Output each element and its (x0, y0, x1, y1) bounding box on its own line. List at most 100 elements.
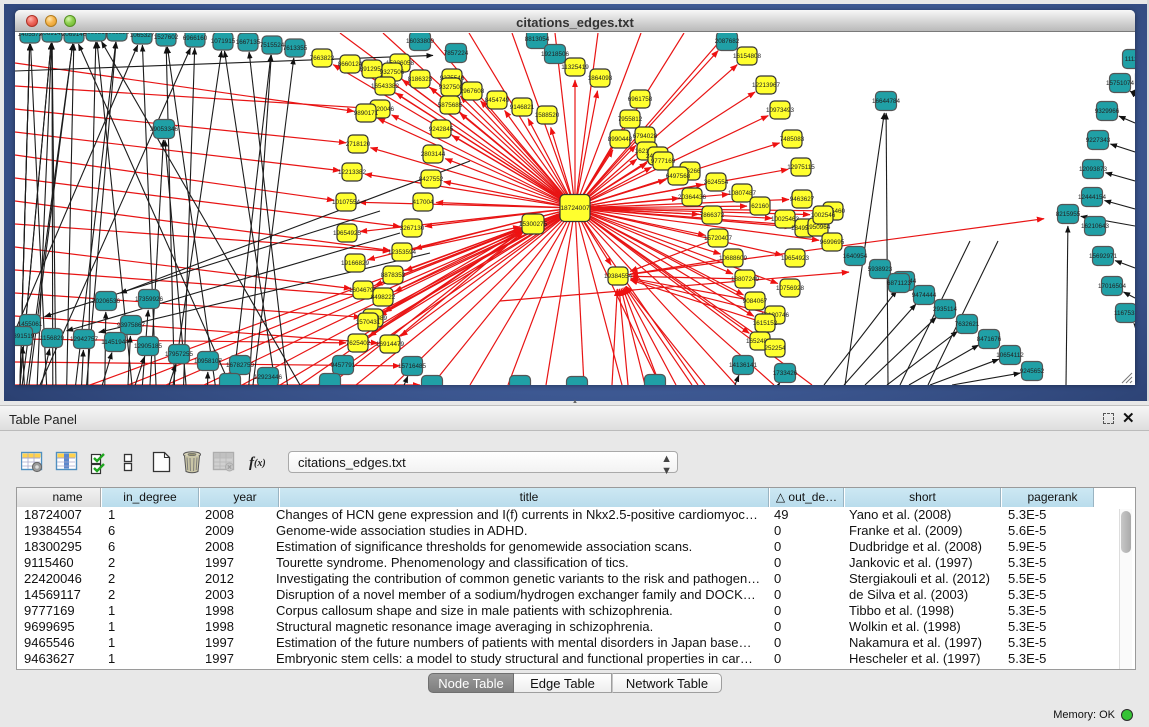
svg-text:9146821: 9146821 (510, 104, 535, 111)
svg-text:9227343: 9227343 (1086, 137, 1111, 144)
svg-text:7857224: 7857224 (444, 50, 469, 57)
svg-text:16644784: 16644784 (872, 98, 901, 105)
svg-text:19654923: 19654923 (781, 255, 810, 262)
svg-text:10807487: 10807487 (728, 190, 757, 197)
svg-text:15300275: 15300275 (519, 221, 548, 228)
svg-text:8990448: 8990448 (608, 136, 633, 143)
svg-text:12353594: 12353594 (388, 249, 417, 256)
svg-text:8427552: 8427552 (419, 176, 444, 183)
svg-text:1527602: 1527602 (154, 34, 179, 41)
svg-text:1167533: 1167533 (1114, 310, 1135, 317)
svg-text:1864093: 1864093 (588, 75, 613, 82)
svg-text:15751074: 15751074 (1106, 80, 1135, 87)
svg-text:6966160: 6966160 (183, 35, 208, 42)
svg-text:16210643: 16210643 (1081, 223, 1110, 230)
svg-text:12905185: 12905185 (134, 343, 163, 350)
svg-text:11124: 11124 (1125, 56, 1135, 63)
svg-text:15720407: 15720407 (704, 235, 733, 242)
svg-text:8186323: 8186323 (408, 76, 433, 83)
svg-text:9474444: 9474444 (912, 292, 937, 299)
svg-text:19384554: 19384554 (604, 273, 633, 280)
svg-text:6961758: 6961758 (628, 96, 653, 103)
svg-text:12213382: 12213382 (338, 169, 367, 176)
svg-text:7632621: 7632621 (955, 321, 980, 328)
svg-text:12975115: 12975115 (787, 164, 815, 171)
svg-text:8471676: 8471676 (977, 336, 1002, 343)
svg-text:(x): (x) (254, 458, 266, 469)
svg-text:17359926: 17359926 (135, 296, 164, 303)
svg-text:7955812: 7955812 (618, 116, 643, 123)
svg-text:10107554: 10107554 (332, 199, 361, 206)
svg-text:2087682: 2087682 (715, 38, 740, 45)
svg-text:17016504: 17016504 (1098, 283, 1127, 290)
svg-text:7515524: 7515524 (260, 42, 285, 49)
svg-text:2935114: 2935114 (933, 306, 958, 313)
svg-text:1065326: 1065326 (105, 33, 130, 36)
svg-text:6871123: 6871123 (887, 280, 912, 287)
svg-text:16543382: 16543382 (371, 83, 400, 90)
svg-text:93975867: 93975867 (117, 322, 146, 329)
svg-text:10688609: 10688609 (719, 255, 748, 262)
svg-text:16782759: 16782759 (226, 362, 255, 369)
svg-text:6497568: 6497568 (666, 173, 691, 180)
svg-text:8498222: 8498222 (371, 294, 396, 301)
svg-text:2718120: 2718120 (346, 141, 371, 148)
svg-text:9327506: 9327506 (380, 69, 405, 76)
svg-text:8454749: 8454749 (485, 97, 510, 104)
svg-text:1733426: 1733426 (773, 370, 798, 377)
svg-text:5938923: 5938923 (868, 266, 893, 273)
svg-text:18724007: 18724007 (560, 205, 590, 212)
svg-text:9777169: 9777169 (651, 158, 676, 165)
svg-text:19166829: 19166829 (341, 260, 370, 267)
svg-text:5875685: 5875685 (438, 102, 463, 109)
svg-text:12923446: 12923446 (254, 374, 283, 381)
svg-text:1002546: 1002546 (811, 212, 836, 219)
svg-text:7613355: 7613355 (283, 45, 308, 52)
svg-text:1950964: 1950964 (806, 224, 831, 231)
svg-text:7866372: 7866372 (700, 212, 725, 219)
svg-text:16154808: 16154808 (733, 53, 762, 60)
svg-text:6794028: 6794028 (633, 133, 658, 140)
svg-text:14136141: 14136141 (729, 362, 758, 369)
svg-text:10973493: 10973493 (766, 107, 795, 114)
svg-text:18807249: 18807249 (731, 276, 760, 283)
svg-text:7663822: 7663822 (310, 55, 335, 62)
svg-text:1065327: 1065327 (130, 33, 155, 39)
svg-text:8878352: 8878352 (381, 272, 406, 279)
svg-text:1156829: 1156829 (40, 335, 65, 342)
svg-text:9329966: 9329966 (1095, 108, 1120, 115)
svg-text:15716485: 15716485 (398, 363, 427, 370)
svg-text:20364436: 20364436 (678, 194, 707, 201)
svg-text:1570431: 1570431 (356, 319, 381, 326)
svg-text:15692971: 15692971 (1089, 253, 1118, 260)
svg-text:11451944: 11451944 (101, 339, 129, 346)
svg-text:7625402: 7625402 (346, 340, 371, 347)
svg-text:1615152: 1615152 (753, 320, 778, 327)
svg-text:16033809: 16033809 (406, 38, 435, 45)
svg-text:10654112: 10654112 (996, 352, 1024, 359)
svg-text:252254: 252254 (764, 345, 786, 352)
svg-text:12942757: 12942757 (70, 336, 99, 343)
svg-text:417004: 417004 (412, 199, 434, 206)
svg-text:11325419: 11325419 (561, 64, 589, 71)
svg-text:2967608: 2967608 (460, 88, 485, 95)
svg-text:3624554: 3624554 (704, 179, 729, 186)
svg-text:3267130: 3267130 (400, 225, 425, 232)
svg-text:20206536: 20206536 (92, 298, 121, 305)
svg-text:8215955: 8215955 (1056, 211, 1081, 218)
svg-text:10958107: 10958107 (194, 358, 223, 365)
svg-text:2803144: 2803144 (421, 151, 446, 158)
svg-text:1640954: 1640954 (843, 253, 868, 260)
svg-text:29053346: 29053346 (150, 126, 179, 133)
svg-text:9890171: 9890171 (354, 110, 379, 117)
svg-text:9245652: 9245652 (1020, 368, 1045, 375)
svg-text:62160: 62160 (751, 203, 769, 210)
svg-text:17957255: 17957255 (165, 351, 194, 358)
svg-text:1071915: 1071915 (211, 38, 236, 45)
svg-text:9084067: 9084067 (743, 298, 768, 305)
svg-text:9463627: 9463627 (790, 196, 815, 203)
svg-text:19218506: 19218506 (541, 51, 570, 58)
svg-text:7485083: 7485083 (780, 136, 805, 143)
svg-text:1588520: 1588520 (535, 112, 560, 119)
svg-text:12093873: 12093873 (1079, 166, 1108, 173)
